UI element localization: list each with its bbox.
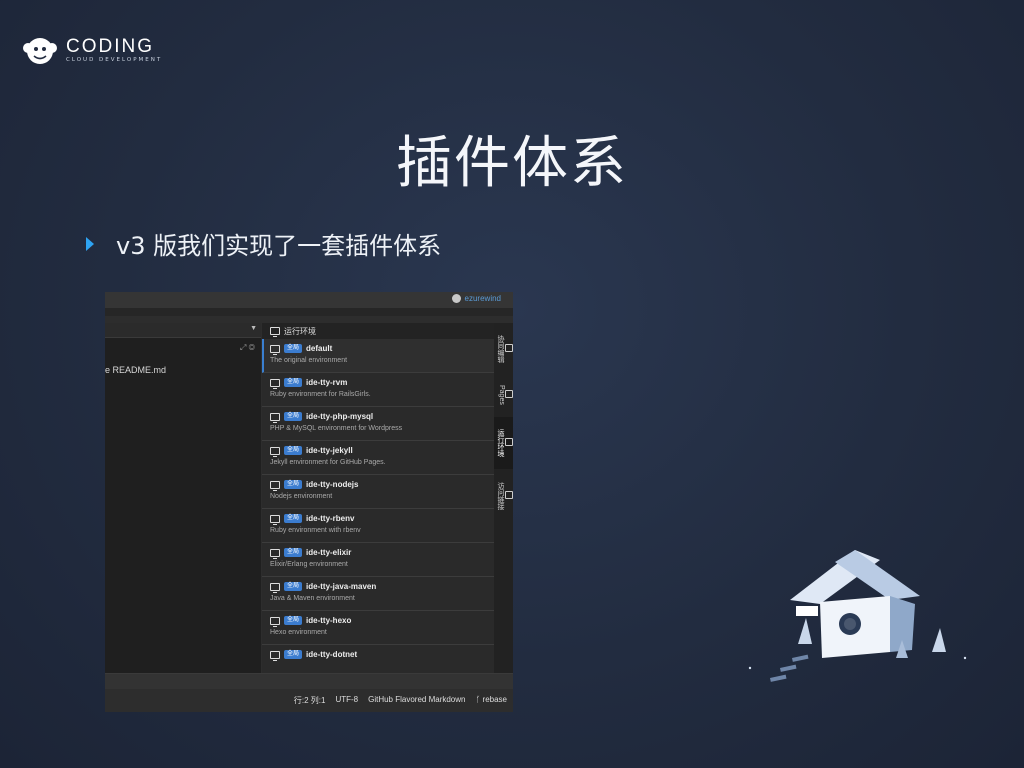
collab-icon: [505, 344, 513, 352]
environment-name: ide-tty-hexo: [306, 616, 352, 625]
github-icon: [451, 294, 461, 303]
user-menu[interactable]: ezurewind: [451, 294, 501, 303]
global-tag: 全局: [284, 446, 303, 455]
preview-eye-icon[interactable]: ◎: [249, 343, 255, 352]
environment-description: Hexo environment: [270, 629, 327, 636]
logo-subtitle: CLOUD DEVELOPMENT: [66, 56, 163, 63]
monitor-icon: [270, 650, 280, 661]
environment-description: Jekyll environment for GitHub Pages.: [270, 459, 386, 466]
environment-name: ide-tty-rvm: [306, 378, 348, 387]
global-tag: 全局: [284, 548, 303, 557]
environment-item[interactable]: 全局 ide-tty-elixir Elixir/Erlang environmen…: [262, 543, 494, 577]
dropdown-caret-icon[interactable]: ▼: [250, 325, 257, 332]
syntax-mode[interactable]: GitHub Flavored Markdown: [368, 695, 465, 706]
side-tabs: 协同编辑 Pages 运行环境 访问链接: [494, 323, 513, 673]
global-tag: 全局: [284, 582, 303, 591]
expand-icon[interactable]: ⤢: [240, 343, 246, 352]
monitor-icon: [270, 412, 280, 423]
environment-description: Ruby environment with rbenv: [270, 527, 361, 534]
monitor-icon: [270, 446, 280, 457]
environment-name: default: [306, 344, 333, 353]
pages-icon: [505, 390, 513, 398]
environment-item[interactable]: 全局 ide-tty-php-mysql PHP & MySQL environme…: [262, 407, 494, 441]
slide-title: 插件体系: [396, 131, 628, 196]
logo-wordmark: CODING: [66, 35, 154, 57]
cursor-position[interactable]: 行:2 列:1: [294, 695, 326, 706]
environment-item[interactable]: 全局 ide-tty-rvm Ruby environment for RailsG…: [262, 373, 494, 407]
global-tag: 全局: [284, 480, 303, 489]
bullet-point: v3 版我们实现了一套插件体系: [86, 226, 441, 261]
monitor-icon: [270, 480, 280, 491]
global-tag: 全局: [284, 378, 303, 387]
bullet-text: v3 版我们实现了一套插件体系: [116, 232, 442, 260]
environment-panel: 运行环境 全局 default The original environment 全局…: [262, 323, 494, 673]
tab-runtime-env[interactable]: 运行环境: [494, 417, 513, 469]
house-illustration: [748, 550, 967, 682]
environment-description: The original environment: [270, 357, 348, 364]
monitor-icon: [505, 438, 513, 446]
environment-item[interactable]: 全局 ide-tty-dotnet: [262, 645, 494, 673]
monitor-icon: [270, 344, 280, 355]
panel-header: 运行环境: [262, 323, 494, 339]
monitor-icon: [270, 327, 280, 337]
side-tab-label: 访问链接: [497, 482, 504, 510]
global-tag: 全局: [284, 616, 303, 625]
global-tag: 全局: [284, 650, 303, 659]
panel-title: 运行环境: [284, 326, 316, 336]
environment-name: ide-tty-elixir: [306, 548, 352, 557]
global-tag: 全局: [284, 344, 303, 353]
environment-item[interactable]: 全局 default The original environment: [262, 339, 494, 373]
monkey-logo-icon: [23, 38, 57, 64]
status-strip: [105, 673, 513, 689]
git-branch[interactable]: ᚴ rebase: [475, 695, 507, 706]
environment-name: ide-tty-rbenv: [306, 514, 355, 523]
editor-pane[interactable]: ▼ ⤢ ◎ e README.md: [105, 323, 261, 673]
monitor-icon: [270, 514, 280, 525]
monitor-icon: [270, 582, 280, 593]
environment-item[interactable]: 全局 ide-tty-hexo Hexo environment: [262, 611, 494, 645]
editor-tools: ⤢ ◎: [240, 343, 255, 353]
tab-access-link[interactable]: 访问链接: [494, 472, 513, 520]
editor-header: ▼: [105, 323, 261, 338]
side-tab-label: 运行环境: [497, 429, 504, 457]
environment-name: ide-tty-nodejs: [306, 480, 359, 489]
environment-name: ide-tty-java-maven: [306, 582, 377, 591]
status-bar: 行:2 列:1 UTF-8 GitHub Flavored Markdown ᚴ…: [105, 673, 513, 712]
monitor-icon: [270, 616, 280, 627]
coding-logo: CODING CLOUD DEVELOPMENT: [22, 34, 162, 66]
side-tab-label: Pages: [498, 385, 505, 405]
environment-description: Ruby environment for RailsGirls.: [270, 391, 371, 398]
environment-description: Java & Maven environment: [270, 595, 355, 602]
environment-description: Nodejs environment: [270, 493, 333, 500]
branch-icon: ᚴ: [475, 695, 481, 704]
environment-name: ide-tty-php-mysql: [306, 412, 374, 421]
environment-item[interactable]: 全局 ide-tty-jekyll Jekyll environment for G…: [262, 441, 494, 475]
environment-list: 全局 default The original environment 全局 ide-t…: [262, 339, 494, 673]
ide-topbar: ezurewind: [105, 292, 513, 308]
environment-name: ide-tty-dotnet: [306, 650, 358, 659]
monitor-icon: [270, 378, 280, 389]
link-icon: [505, 491, 513, 499]
editor-file-label[interactable]: e README.md: [105, 365, 166, 375]
environment-name: ide-tty-jekyll: [306, 446, 353, 455]
global-tag: 全局: [284, 514, 303, 523]
tab-pages[interactable]: Pages: [494, 376, 513, 414]
bullet-arrow-icon: [86, 236, 94, 251]
encoding[interactable]: UTF-8: [335, 695, 358, 706]
monitor-icon: [270, 548, 280, 559]
username: ezurewind: [464, 294, 501, 303]
global-tag: 全局: [284, 412, 303, 421]
environment-description: PHP & MySQL environment for Wordpress: [270, 425, 403, 432]
environment-item[interactable]: 全局 ide-tty-nodejs Nodejs environment: [262, 475, 494, 509]
environment-description: Elixir/Erlang environment: [270, 561, 348, 568]
environment-item[interactable]: 全局 ide-tty-rbenv Ruby environment with rbe…: [262, 509, 494, 543]
ide-screenshot: ezurewind ▼ ⤢ ◎ e README.md 运行环境 全局 defau…: [105, 292, 513, 712]
ide-divider: [105, 308, 513, 316]
tab-collab-edit[interactable]: 协同编辑: [494, 325, 513, 373]
side-tab-label: 协同编辑: [497, 335, 504, 363]
environment-item[interactable]: 全局 ide-tty-java-maven Java & Maven environ…: [262, 577, 494, 611]
branch-name: rebase: [482, 695, 507, 704]
